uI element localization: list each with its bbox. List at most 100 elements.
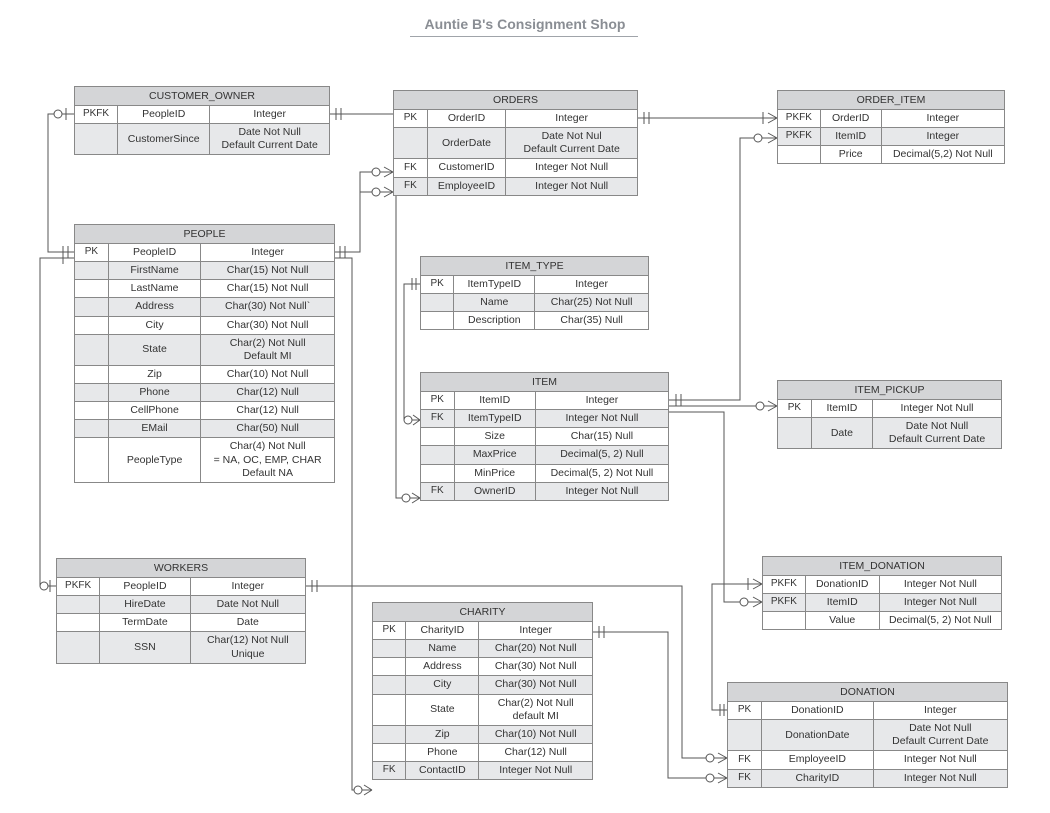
- table-row: CityChar(30) Not Null: [75, 316, 334, 334]
- type-cell: Char(2) Not Nulldefault MI: [479, 694, 592, 725]
- key-cell: FK: [728, 751, 762, 769]
- entity-donation: DONATIONPKDonationIDIntegerDonationDateD…: [727, 682, 1008, 788]
- entity-header: ORDER_ITEM: [778, 91, 1004, 110]
- entity-header: DONATION: [728, 683, 1007, 702]
- key-cell: PKFK: [75, 106, 118, 124]
- type-cell: Char(2) Not NullDefault MI: [201, 334, 334, 365]
- field-cell: CellPhone: [108, 402, 200, 420]
- table-row: PKFKItemIDInteger Not Null: [763, 594, 1001, 612]
- type-cell: Decimal(5, 2) Null: [535, 446, 668, 464]
- key-cell: FK: [421, 482, 454, 500]
- field-cell: Date: [811, 418, 872, 449]
- type-cell: Char(30) Not Null: [479, 658, 592, 676]
- type-cell: Integer Not Null: [879, 576, 1001, 594]
- key-cell: [421, 446, 454, 464]
- field-cell: MinPrice: [454, 464, 535, 482]
- key-cell: [75, 365, 108, 383]
- entity-fields: PKItemIDInteger Not NullDateDate Not Nul…: [778, 400, 1001, 448]
- field-cell: ItemID: [820, 128, 881, 146]
- field-cell: Zip: [406, 725, 479, 743]
- table-row: CityChar(30) Not Null: [373, 676, 592, 694]
- field-cell: ItemID: [805, 594, 879, 612]
- key-cell: PK: [75, 244, 108, 262]
- entity-header: CUSTOMER_OWNER: [75, 87, 329, 106]
- type-cell: Date Not NullDefault Current Date: [873, 720, 1007, 751]
- type-cell: Date: [190, 614, 305, 632]
- entity-header: PEOPLE: [75, 225, 334, 244]
- key-cell: [75, 384, 108, 402]
- entity-header: WORKERS: [57, 559, 305, 578]
- table-row: SSNChar(12) Not NullUnique: [57, 632, 305, 663]
- entity-fields: PKDonationIDIntegerDonationDateDate Not …: [728, 702, 1007, 787]
- table-row: LastNameChar(15) Not Null: [75, 280, 334, 298]
- field-cell: Size: [454, 428, 535, 446]
- table-row: AddressChar(30) Not Null: [373, 658, 592, 676]
- type-cell: Integer Not Null: [535, 482, 668, 500]
- table-row: PKDonationIDInteger: [728, 702, 1007, 720]
- field-cell: Name: [454, 294, 535, 312]
- key-cell: [75, 298, 108, 316]
- table-row: PKFKPeopleIDInteger: [57, 578, 305, 596]
- key-cell: [75, 334, 108, 365]
- entity-people: PEOPLEPKPeopleIDIntegerFirstNameChar(15)…: [74, 224, 335, 483]
- entity-item-donation: ITEM_DONATIONPKFKDonationIDInteger Not N…: [762, 556, 1002, 630]
- table-row: NameChar(25) Not Null: [421, 294, 648, 312]
- type-cell: Char(30) Not Null: [479, 676, 592, 694]
- table-row: PKFKOrderIDInteger: [778, 110, 1004, 128]
- entity-header: ITEM: [421, 373, 668, 392]
- type-cell: Integer: [873, 702, 1007, 720]
- erd-canvas: { "title": "Auntie B's Consignment Shop"…: [0, 0, 1050, 813]
- key-cell: PK: [778, 400, 811, 418]
- key-cell: [763, 612, 805, 630]
- type-cell: Date Not NullDefault Current Date: [873, 418, 1001, 449]
- type-cell: Char(15) Null: [535, 428, 668, 446]
- field-cell: CustomerSince: [118, 124, 210, 155]
- table-row: HireDateDate Not Null: [57, 596, 305, 614]
- key-cell: [373, 725, 406, 743]
- key-cell: [75, 420, 108, 438]
- field-cell: ContactID: [406, 762, 479, 780]
- table-row: DonationDateDate Not NullDefault Current…: [728, 720, 1007, 751]
- key-cell: FK: [373, 762, 406, 780]
- key-cell: FK: [728, 769, 762, 787]
- field-cell: MaxPrice: [454, 446, 535, 464]
- type-cell: Decimal(5,2) Not Null: [881, 146, 1004, 164]
- key-cell: PKFK: [778, 110, 820, 128]
- field-cell: EMail: [108, 420, 200, 438]
- field-cell: HireDate: [100, 596, 190, 614]
- field-cell: LastName: [108, 280, 200, 298]
- table-row: FKCustomerIDInteger Not Null: [394, 159, 637, 177]
- type-cell: Integer Not Null: [479, 762, 592, 780]
- type-cell: Date Not NulDefault Current Date: [506, 128, 637, 159]
- type-cell: Char(12) Not NullUnique: [190, 632, 305, 663]
- field-cell: Description: [454, 312, 535, 330]
- entity-fields: PKOrderIDIntegerOrderDateDate Not NulDef…: [394, 110, 637, 195]
- table-row: ZipChar(10) Not Null: [75, 365, 334, 383]
- field-cell: State: [108, 334, 200, 365]
- entity-customer-owner: CUSTOMER_OWNERPKFKPeopleIDIntegerCustome…: [74, 86, 330, 155]
- key-cell: [373, 658, 406, 676]
- table-row: PeopleTypeChar(4) Not Null= NA, OC, EMP,…: [75, 438, 334, 482]
- type-cell: Integer: [201, 244, 334, 262]
- entity-header: ITEM_TYPE: [421, 257, 648, 276]
- type-cell: Char(30) Not Null`: [201, 298, 334, 316]
- key-cell: [57, 632, 100, 663]
- key-cell: [421, 294, 454, 312]
- field-cell: SSN: [100, 632, 190, 663]
- type-cell: Char(35) Null: [535, 312, 648, 330]
- entity-fields: PKFKPeopleIDIntegerCustomerSinceDate Not…: [75, 106, 329, 154]
- table-row: StateChar(2) Not NullDefault MI: [75, 334, 334, 365]
- table-row: DateDate Not NullDefault Current Date: [778, 418, 1001, 449]
- type-cell: Integer Not Null: [873, 769, 1007, 787]
- type-cell: Integer: [190, 578, 305, 596]
- type-cell: Integer Not Null: [873, 751, 1007, 769]
- key-cell: PKFK: [763, 576, 805, 594]
- field-cell: DonationID: [805, 576, 879, 594]
- table-row: PKCharityIDInteger: [373, 622, 592, 640]
- type-cell: Integer: [881, 110, 1004, 128]
- entity-item-type: ITEM_TYPEPKItemTypeIDIntegerNameChar(25)…: [420, 256, 649, 330]
- table-row: DescriptionChar(35) Null: [421, 312, 648, 330]
- key-cell: PKFK: [57, 578, 100, 596]
- key-cell: [421, 428, 454, 446]
- entity-item-pickup: ITEM_PICKUPPKItemIDInteger Not NullDateD…: [777, 380, 1002, 449]
